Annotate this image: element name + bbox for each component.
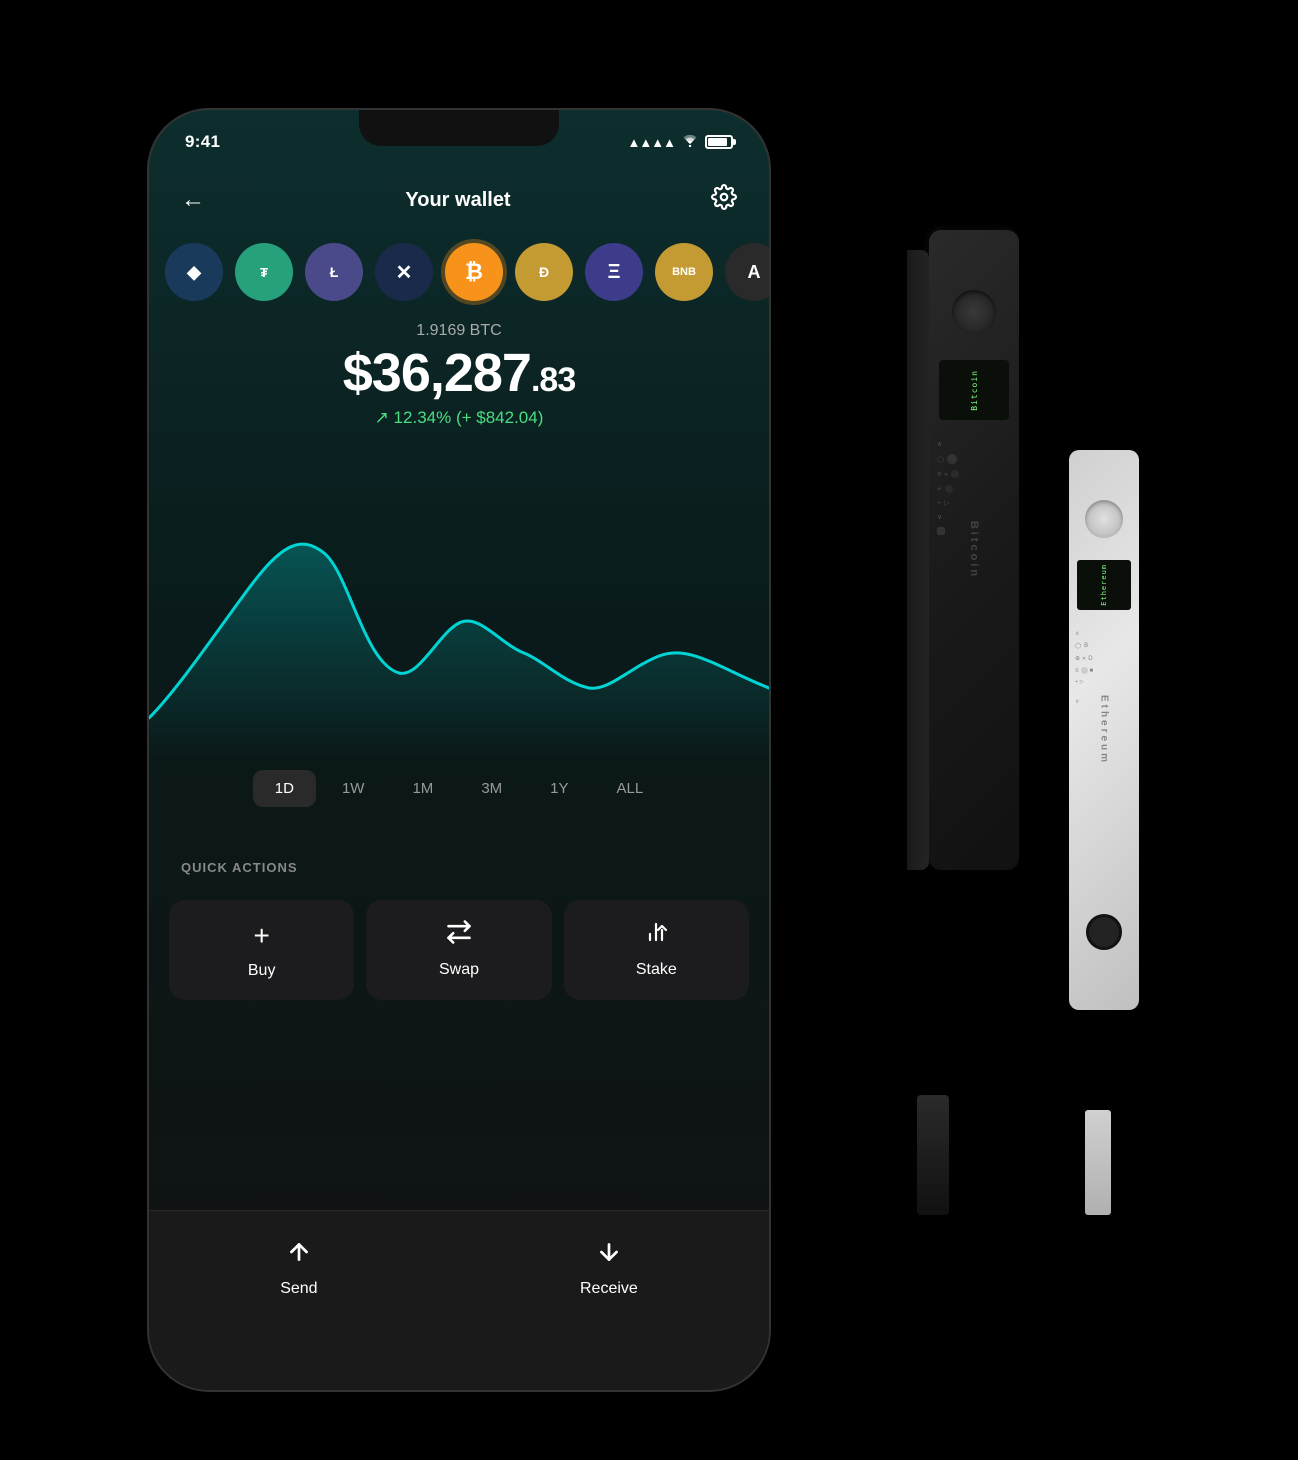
header-title: Your wallet — [405, 189, 510, 212]
chart-container — [149, 478, 769, 758]
swap-button[interactable]: Swap — [366, 900, 551, 1000]
bottom-bar: Send Receive — [149, 1210, 769, 1390]
coin-item-btc[interactable]: ₿ — [445, 243, 503, 301]
stake-label: Stake — [636, 961, 677, 979]
ledger-nano-x-screen: Bitcoin — [939, 360, 1009, 420]
receive-button[interactable]: Receive — [580, 1239, 638, 1298]
ledger-x-label: Bitcoin — [968, 521, 980, 579]
price-section: 1.9169 BTC $36,287.83 ↗ 12.34% (+ $842.0… — [149, 322, 769, 428]
settings-button[interactable] — [711, 184, 737, 216]
buy-icon: + — [253, 920, 269, 952]
ledger-nano-s-button — [1086, 914, 1122, 950]
signal-icon: ▲▲▲▲ — [628, 135, 675, 150]
coin-item-bnb[interactable]: BNB — [655, 243, 713, 301]
coin-item-unknown[interactable]: ◆ — [165, 243, 223, 301]
ledger-x-screen-text: Bitcoin — [970, 370, 979, 411]
scene: 9:41 ▲▲▲▲ — [99, 30, 1199, 1430]
time-btn-1m[interactable]: 1M — [390, 770, 455, 807]
back-button[interactable]: ← — [181, 186, 205, 214]
time-btn-1d[interactable]: 1D — [253, 770, 316, 807]
time-btn-1w[interactable]: 1W — [320, 770, 387, 807]
stake-button[interactable]: Stake — [564, 900, 749, 1000]
ledger-nano-x-usb — [917, 1095, 949, 1215]
time-btn-3m[interactable]: 3M — [459, 770, 524, 807]
time-btn-1y[interactable]: 1Y — [528, 770, 590, 807]
swap-icon — [445, 920, 473, 951]
price-change: ↗ 12.34% (+ $842.04) — [149, 408, 769, 428]
phone: 9:41 ▲▲▲▲ — [149, 110, 769, 1390]
coin-item-ltc[interactable]: Ł — [305, 243, 363, 301]
time-btn-all[interactable]: ALL — [595, 770, 666, 807]
send-label: Send — [280, 1280, 317, 1298]
price-chart — [149, 478, 769, 758]
buy-label: Buy — [248, 962, 276, 980]
wifi-icon — [681, 133, 699, 152]
ledger-s-label: Ethereum — [1099, 695, 1110, 765]
usd-cents: .83 — [531, 361, 575, 399]
coin-item-usdt[interactable]: ₮ — [235, 243, 293, 301]
coin-selector: ◆ ₮ Ł ✕ ₿ Ð Ξ BNB A — [149, 236, 769, 308]
ledger-nano-x: Bitcoin ∧ ⬡ ⊕ ✕ ≡ + ▷ — [929, 230, 1019, 870]
coin-item-algo[interactable]: A — [725, 243, 769, 301]
buy-button[interactable]: + Buy — [169, 900, 354, 1000]
ledger-nano-s-usb — [1085, 1110, 1111, 1215]
coin-item-doge[interactable]: Ð — [515, 243, 573, 301]
stake-icon — [642, 920, 670, 951]
coin-item-xrp[interactable]: ✕ — [375, 243, 433, 301]
swap-label: Swap — [439, 961, 479, 979]
btc-amount: 1.9169 BTC — [149, 322, 769, 340]
app-header: ← Your wallet — [149, 170, 769, 230]
change-pct: ↗ 12.34% — [375, 408, 452, 427]
receive-icon — [596, 1239, 622, 1272]
quick-actions-label: QUICK ACTIONS — [181, 860, 298, 875]
phone-screen: 9:41 ▲▲▲▲ — [149, 110, 769, 1390]
coin-item-eth[interactable]: Ξ — [585, 243, 643, 301]
usd-whole: $36,287 — [343, 343, 531, 403]
status-icons: ▲▲▲▲ — [628, 133, 733, 152]
ledger-nano-s: Ethereum ∧ ⬡ B ⊕ ✕ D ≡ ■ + ▷ — [1069, 450, 1139, 1010]
receive-label: Receive — [580, 1280, 638, 1298]
send-icon — [286, 1239, 312, 1272]
quick-actions: + Buy Swap — [169, 900, 749, 1000]
battery-icon — [705, 135, 733, 149]
usd-price: $36,287.83 — [149, 346, 769, 400]
ledger-nano-s-screen: Ethereum — [1077, 560, 1131, 610]
send-button[interactable]: Send — [280, 1239, 317, 1298]
phone-notch — [359, 110, 559, 146]
ledger-nano-x-side — [907, 250, 929, 870]
status-time: 9:41 — [185, 132, 220, 152]
change-usd: (+ $842.04) — [456, 408, 543, 427]
time-selector: 1D 1W 1M 3M 1Y ALL — [149, 770, 769, 807]
